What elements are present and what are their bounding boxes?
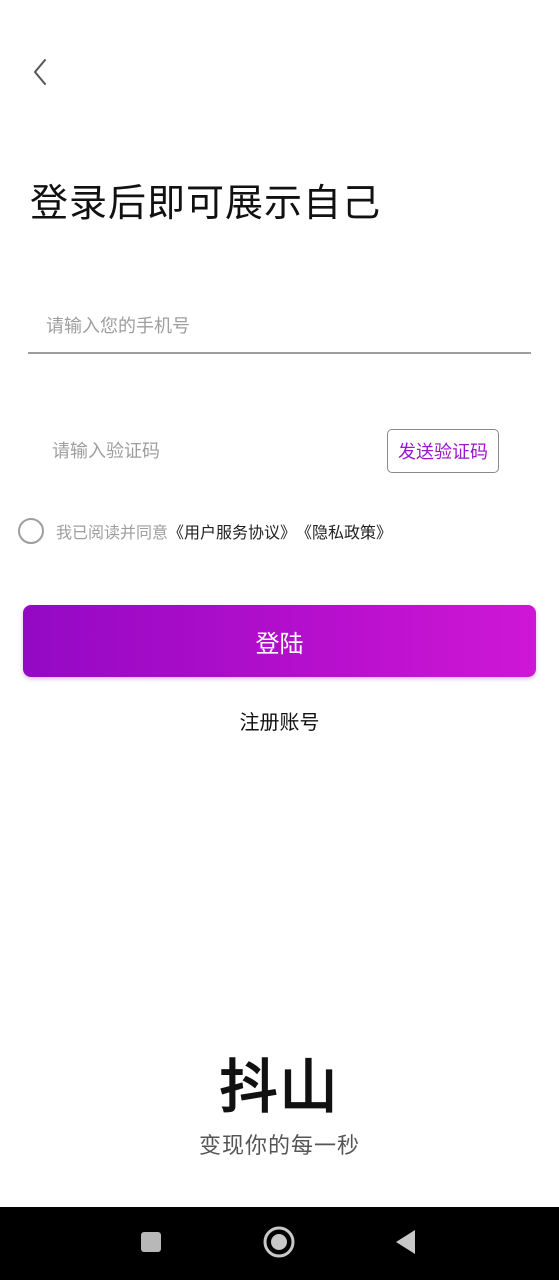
phone-input[interactable] xyxy=(46,308,506,344)
user-agreement-link[interactable]: 《用户服务协议》 xyxy=(168,519,296,543)
recents-button[interactable] xyxy=(116,1207,186,1280)
agreement-checkbox[interactable] xyxy=(18,518,44,544)
home-button[interactable] xyxy=(244,1207,314,1280)
brand-logo: 抖山 xyxy=(219,1053,340,1121)
register-link[interactable]: 注册账号 xyxy=(0,706,559,735)
login-button[interactable]: 登陆 xyxy=(23,605,536,677)
phone-field xyxy=(28,300,531,354)
agreement-row: 我已阅读并同意 《用户服务协议》 《隐私政策》 xyxy=(18,516,392,546)
agreement-prefix: 我已阅读并同意 xyxy=(56,523,169,542)
triangle-back-icon xyxy=(393,1228,419,1260)
circle-home-icon xyxy=(262,1225,296,1263)
nav-back-button[interactable] xyxy=(371,1207,441,1280)
system-navigation-bar xyxy=(0,1207,559,1280)
page-title: 登录后即可展示自己 xyxy=(30,181,382,225)
back-button[interactable] xyxy=(22,56,58,92)
send-code-button[interactable]: 发送验证码 xyxy=(387,429,499,473)
brand-slogan: 变现你的每一秒 xyxy=(198,1134,360,1159)
verification-code-input[interactable] xyxy=(52,432,352,470)
chevron-left-icon xyxy=(30,56,50,92)
privacy-policy-link[interactable]: 《隐私政策》 xyxy=(296,519,392,543)
square-icon xyxy=(139,1230,163,1258)
